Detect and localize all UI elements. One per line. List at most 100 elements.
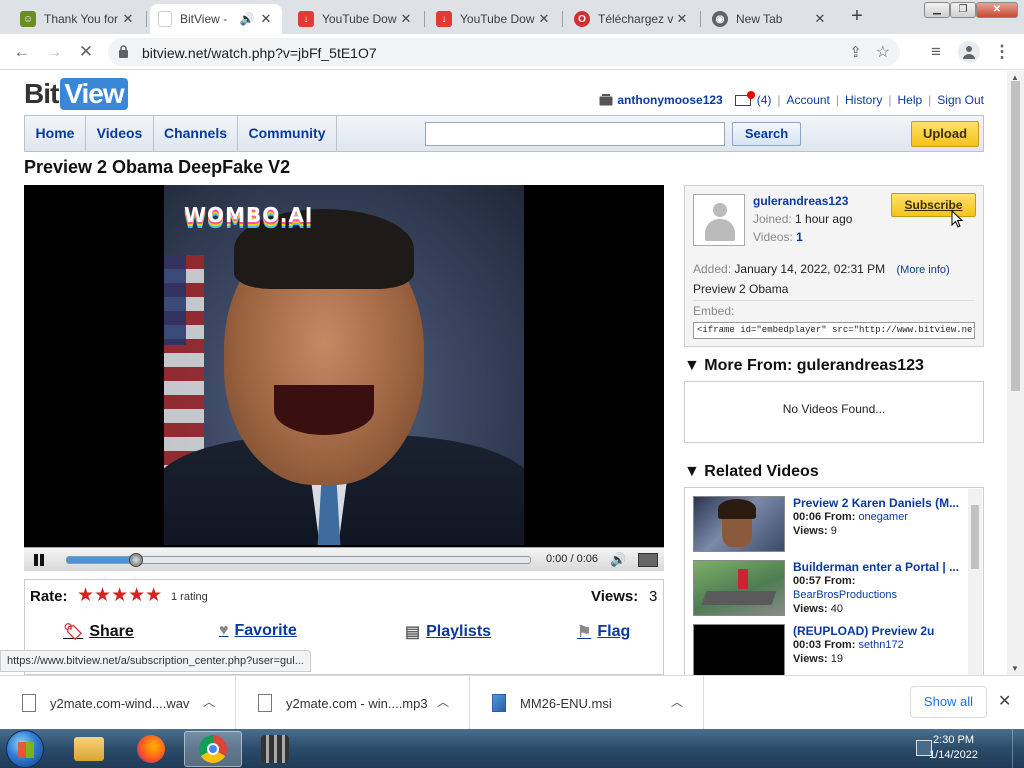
- list-item[interactable]: Builderman enter a Portal | ... 00:57 Fr…: [693, 560, 973, 618]
- taskbar-chrome[interactable]: [184, 731, 242, 767]
- pause-icon[interactable]: [32, 553, 46, 567]
- nav-channels[interactable]: Channels: [154, 116, 238, 151]
- chevron-up-icon[interactable]: ︿: [203, 693, 215, 710]
- favorite-button[interactable]: ♥ Favorite: [219, 622, 297, 640]
- page-scrollbar[interactable]: ▲ ▼: [1007, 71, 1024, 675]
- tab-bitview[interactable]: BitView - 🔊 ✕: [150, 4, 282, 34]
- share-icon[interactable]: ⇪: [849, 43, 862, 61]
- chevron-up-icon[interactable]: ︿: [437, 693, 449, 710]
- tab-thank-you[interactable]: ☺ Thank You for ✕: [12, 4, 144, 34]
- search-button[interactable]: Search: [732, 122, 801, 146]
- video-thumbnail[interactable]: [693, 560, 785, 616]
- taskbar-clock[interactable]: 2:30 PM 1/14/2022: [929, 733, 978, 763]
- sign-out-link[interactable]: Sign Out: [937, 93, 984, 107]
- start-button[interactable]: [6, 730, 44, 768]
- forward-icon[interactable]: →: [44, 42, 64, 62]
- embed-code-field[interactable]: <iframe id="embedplayer" src="http://www…: [693, 322, 975, 339]
- more-from-heading[interactable]: ▼ More From: gulerandreas123: [684, 357, 924, 375]
- related-title-link[interactable]: (REUPLOAD) Preview 2u: [793, 624, 965, 638]
- download-item[interactable]: MM26-ENU.msi ︿: [470, 676, 704, 730]
- nav-community[interactable]: Community: [238, 116, 337, 151]
- close-tab-icon[interactable]: ✕: [120, 11, 136, 27]
- related-title-link[interactable]: Builderman enter a Portal | ...: [793, 560, 965, 574]
- flag-button[interactable]: ⚑ Flag: [577, 622, 630, 642]
- playlists-button[interactable]: ▤ Playlists: [405, 622, 491, 642]
- download-item[interactable]: y2mate.com - win....mp3 ︿: [236, 676, 470, 730]
- related-videos-heading[interactable]: ▼ Related Videos: [684, 463, 819, 481]
- taskbar-firefox[interactable]: [122, 731, 180, 767]
- related-title-link[interactable]: Preview 2 Karen Daniels (M...: [793, 496, 965, 510]
- rating-stars[interactable]: ★★★★★: [77, 584, 162, 607]
- seek-knob[interactable]: [129, 553, 144, 567]
- close-tab-icon[interactable]: ✕: [536, 11, 552, 27]
- search-input[interactable]: [425, 122, 725, 146]
- video-thumbnail[interactable]: [693, 496, 785, 552]
- maximize-button[interactable]: ❐: [950, 2, 976, 18]
- back-icon[interactable]: ←: [12, 42, 32, 62]
- download-icon: ↓: [298, 11, 314, 27]
- close-window-button[interactable]: ✕: [976, 2, 1018, 18]
- progress-bar[interactable]: [66, 553, 531, 567]
- close-tab-icon[interactable]: ✕: [258, 11, 274, 27]
- related-scrollbar[interactable]: [968, 489, 982, 675]
- scroll-down-icon[interactable]: ▼: [1011, 664, 1019, 673]
- rate-label: Rate:: [30, 588, 68, 605]
- list-item[interactable]: Preview 2 Karen Daniels (M... 00:06 From…: [693, 496, 973, 554]
- bitview-logo[interactable]: Bit View: [24, 77, 128, 111]
- uploader-name-link[interactable]: gulerandreas123: [753, 194, 848, 208]
- show-desktop-button[interactable]: [1012, 729, 1024, 768]
- close-tab-icon[interactable]: ✕: [812, 11, 828, 27]
- tab-new-tab[interactable]: ◉ New Tab ✕: [704, 4, 836, 34]
- lock-icon[interactable]: [118, 45, 129, 58]
- nav-videos[interactable]: Videos: [86, 116, 154, 151]
- browser-toolbar: ← → ✕ bitview.net/watch.php?v=jbFf_5tE1O…: [0, 34, 1024, 70]
- help-link[interactable]: Help: [897, 93, 922, 107]
- minimize-button[interactable]: ▁: [924, 2, 950, 18]
- more-info-link[interactable]: (More info): [897, 264, 950, 276]
- menu-kebab-icon[interactable]: ⋮: [992, 42, 1012, 62]
- chevron-up-icon[interactable]: ︿: [671, 693, 683, 710]
- video-player[interactable]: WOMBO.AI 0:00 / 0:06 🔊: [24, 185, 664, 571]
- taskbar-explorer[interactable]: [60, 731, 118, 767]
- related-author-link[interactable]: sethn172: [858, 639, 903, 651]
- collapse-triangle-icon[interactable]: ▼: [684, 463, 700, 480]
- username-link[interactable]: anthonymoose123: [617, 93, 722, 107]
- show-all-downloads-button[interactable]: Show all: [910, 686, 987, 718]
- inbox-count[interactable]: (4): [757, 93, 772, 107]
- address-bar[interactable]: bitview.net/watch.php?v=jbFf_5tE1O7 ⇪ ☆: [108, 38, 900, 66]
- flag-icon: ⚑: [577, 624, 592, 641]
- fullscreen-icon[interactable]: [638, 553, 658, 567]
- related-author-link[interactable]: onegamer: [858, 511, 908, 523]
- taskbar-media-app[interactable]: [246, 731, 304, 767]
- download-item[interactable]: y2mate.com-wind....wav ︿: [0, 676, 236, 730]
- close-tab-icon[interactable]: ✕: [674, 11, 690, 27]
- system-tray: 2:30 PM 1/14/2022: [906, 729, 1024, 768]
- scrollbar-thumb[interactable]: [1011, 81, 1020, 391]
- profile-avatar-icon[interactable]: [958, 41, 980, 63]
- history-link[interactable]: History: [845, 93, 882, 107]
- account-link[interactable]: Account: [787, 93, 830, 107]
- upload-button[interactable]: Upload: [911, 121, 979, 147]
- nav-home[interactable]: Home: [25, 116, 86, 151]
- subscribe-button[interactable]: Subscribe: [891, 193, 976, 217]
- related-author-link[interactable]: BearBrosProductions: [793, 589, 897, 601]
- tab-youtube-downloader-1[interactable]: ↓ YouTube Dow ✕: [290, 4, 422, 34]
- tab-youtube-downloader-2[interactable]: ↓ YouTube Dow ✕: [428, 4, 560, 34]
- share-button[interactable]: 🏷 Share: [63, 622, 134, 642]
- speaker-icon[interactable]: 🔊: [236, 12, 258, 26]
- inbox-envelope-icon[interactable]: [734, 90, 755, 106]
- collapse-triangle-icon[interactable]: ▼: [684, 357, 700, 374]
- media-control-icon[interactable]: ≡: [926, 42, 946, 62]
- stop-loading-icon[interactable]: ✕: [76, 42, 96, 62]
- uploader-avatar[interactable]: [693, 194, 745, 246]
- bookmark-star-icon[interactable]: ☆: [876, 42, 890, 62]
- url-text: bitview.net/watch.php?v=jbFf_5tE1O7: [142, 45, 377, 61]
- volume-icon[interactable]: 🔊: [610, 552, 626, 568]
- new-tab-button[interactable]: +: [846, 6, 868, 28]
- close-shelf-icon[interactable]: ✕: [998, 691, 1011, 711]
- close-tab-icon[interactable]: ✕: [398, 11, 414, 27]
- list-item[interactable]: (REUPLOAD) Preview 2u 00:03 From: sethn1…: [693, 624, 973, 675]
- video-frame[interactable]: [164, 185, 524, 545]
- tab-telechargez[interactable]: O Téléchargez v ✕: [566, 4, 698, 34]
- video-thumbnail[interactable]: [693, 624, 785, 675]
